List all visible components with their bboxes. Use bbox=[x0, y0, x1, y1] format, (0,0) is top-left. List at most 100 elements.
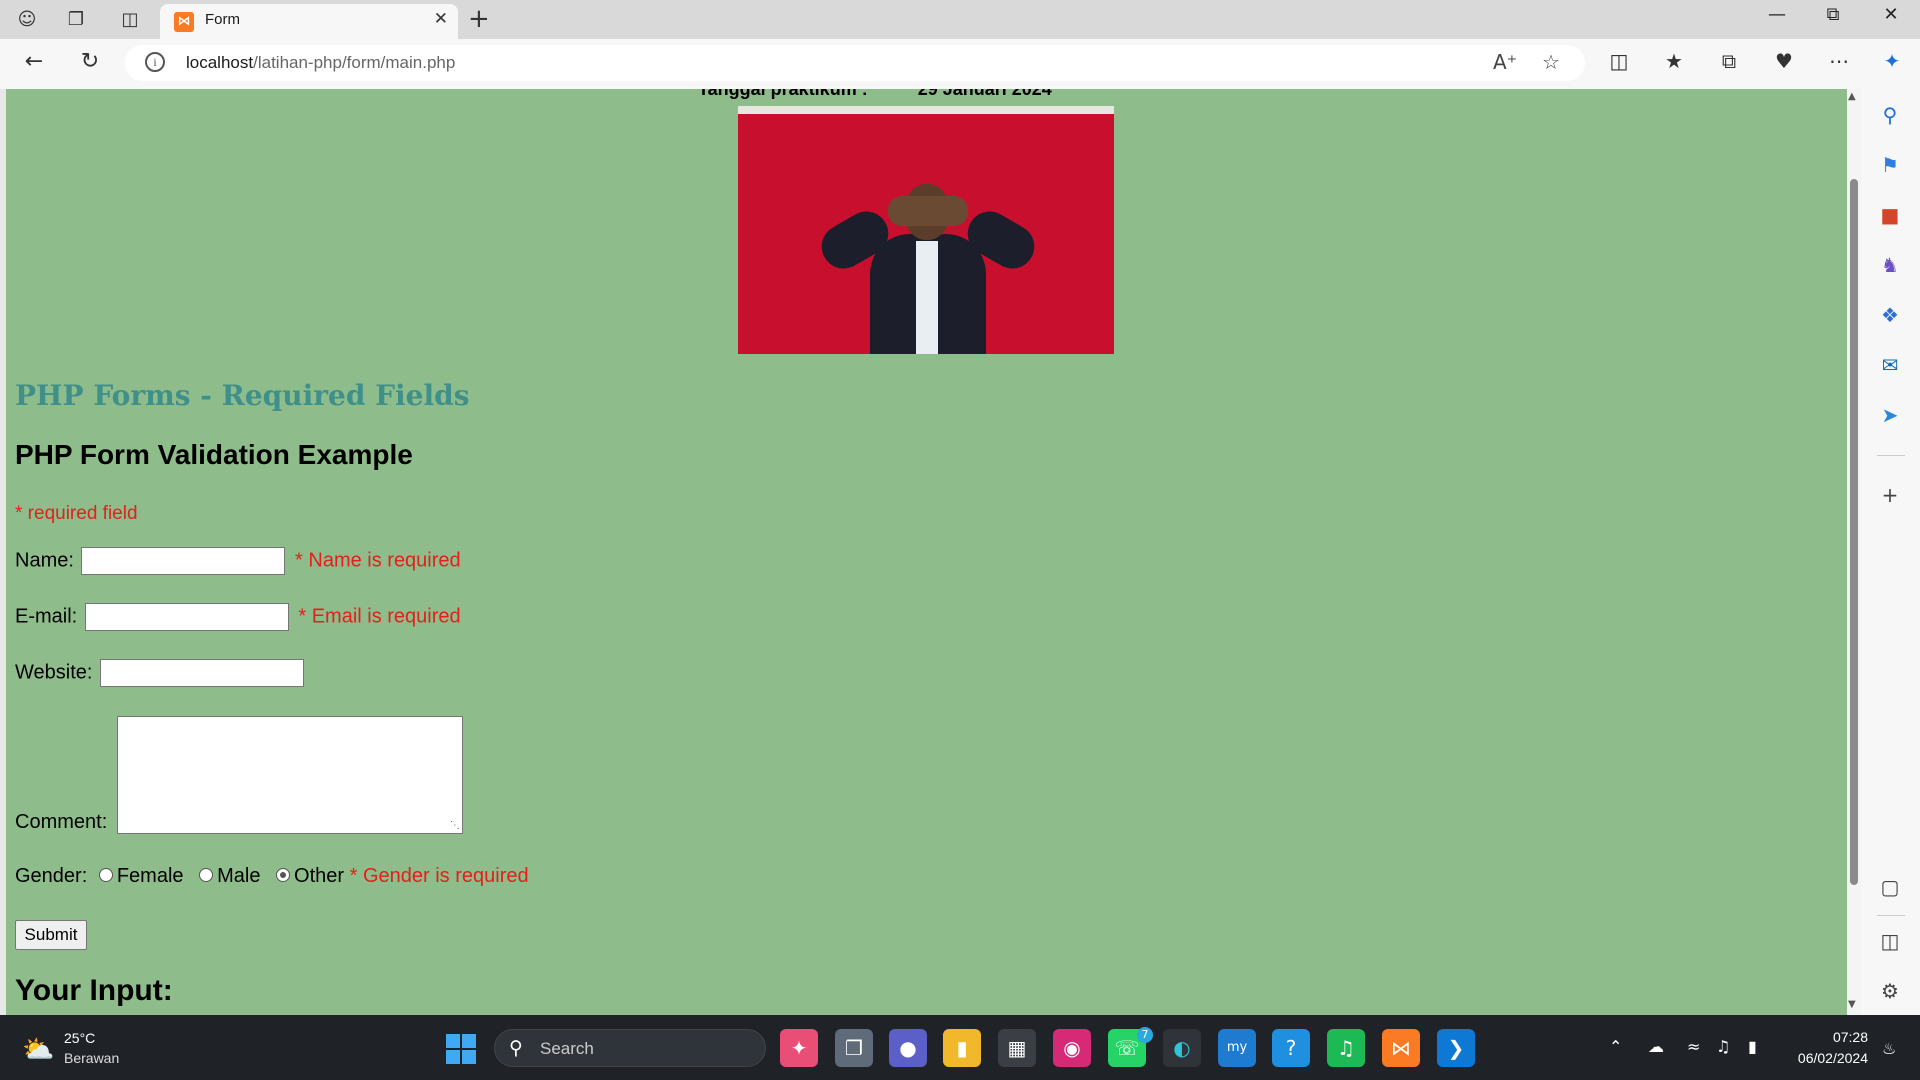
windows-taskbar: ⛅ 25°C Berawan ⚲ Search ✦ ❐ ● ▮ ▦ ◉ ☏ 7 … bbox=[0, 1015, 1920, 1080]
scroll-down-icon[interactable]: ▼ bbox=[1848, 999, 1856, 1010]
refresh-icon[interactable]: ↻ bbox=[74, 49, 106, 74]
name-input[interactable] bbox=[81, 547, 286, 575]
ms-store-icon[interactable]: ▦ bbox=[998, 1029, 1036, 1067]
browser-essentials-icon[interactable]: ♥ bbox=[1768, 49, 1800, 73]
sidebar-hide-icon[interactable]: ◫ bbox=[1876, 927, 1904, 955]
gender-other-radio[interactable] bbox=[276, 867, 291, 882]
required-field-note: * required field bbox=[15, 503, 138, 524]
sidebar-games-icon[interactable]: ♞ bbox=[1876, 251, 1904, 279]
browser-toolbar: ← ↻ i localhost/latihan-php/form/main.ph… bbox=[0, 39, 1920, 89]
gender-female-radio[interactable] bbox=[98, 867, 113, 882]
more-menu-icon[interactable]: ⋯ bbox=[1823, 49, 1855, 73]
clock-date[interactable]: 06/02/2024 bbox=[1786, 1050, 1868, 1066]
start-button-icon[interactable] bbox=[446, 1034, 476, 1064]
new-tab-icon[interactable]: + bbox=[468, 4, 490, 34]
comment-row: Comment: ⋱ bbox=[15, 716, 463, 834]
page-scrollbar[interactable]: ▲ ▼ bbox=[1847, 89, 1861, 1015]
comment-textarea[interactable]: ⋱ bbox=[116, 716, 463, 834]
name-label: Name: bbox=[15, 549, 74, 572]
copilot-icon[interactable]: ✦ bbox=[1876, 49, 1908, 73]
volume-icon[interactable]: ♫ bbox=[1716, 1037, 1730, 1056]
notification-bell-icon[interactable]: ♨ bbox=[1882, 1039, 1896, 1058]
favorite-star-icon[interactable]: ☆ bbox=[1542, 50, 1560, 74]
website-input[interactable] bbox=[100, 659, 305, 687]
tab-close-icon[interactable]: ✕ bbox=[434, 9, 448, 29]
scroll-up-icon[interactable]: ▲ bbox=[1848, 91, 1856, 102]
practicum-date-heading: Tanggal praktikum : 29 Januari 2024 bbox=[698, 89, 1052, 99]
clock-time[interactable]: 07:28 bbox=[1828, 1029, 1868, 1045]
collections-icon[interactable]: ⧉ bbox=[1713, 49, 1745, 73]
gender-error: * Gender is required bbox=[349, 865, 529, 887]
workspaces-icon[interactable]: ❐ bbox=[63, 7, 89, 33]
whatsapp-badge: 7 bbox=[1137, 1027, 1153, 1043]
tray-overflow-icon[interactable]: ⌃ bbox=[1609, 1037, 1622, 1056]
edge-sidebar: ⚲ ⚑ ■ ♞ ❖ ✉ ➤ + ▢ ◫ ⚙ bbox=[1861, 89, 1920, 1015]
taskbar-search[interactable]: ⚲ Search bbox=[494, 1029, 766, 1067]
gender-row: Gender: Female Male Other * Gender is re… bbox=[15, 865, 529, 888]
split-screen-icon[interactable]: ◫ bbox=[1603, 49, 1635, 73]
close-window-icon[interactable]: ✕ bbox=[1868, 4, 1914, 25]
sidebar-search-icon[interactable]: ⚲ bbox=[1876, 101, 1904, 129]
vscode-icon[interactable]: ❯ bbox=[1437, 1029, 1475, 1067]
teams-chat-icon[interactable]: ● bbox=[889, 1029, 927, 1067]
sidebar-outlook-icon[interactable]: ✉ bbox=[1876, 351, 1904, 379]
name-row: Name: * Name is required bbox=[15, 547, 461, 575]
gender-male-label[interactable]: Male bbox=[217, 865, 260, 887]
task-view-icon[interactable]: ❐ bbox=[835, 1029, 873, 1067]
website-label: Website: bbox=[15, 661, 93, 684]
onedrive-icon[interactable]: ☁ bbox=[1648, 1037, 1664, 1056]
sidebar-shopping-icon[interactable]: ⚑ bbox=[1876, 151, 1904, 179]
spotify-icon[interactable]: ♫ bbox=[1327, 1029, 1365, 1067]
wifi-icon[interactable]: ≈ bbox=[1687, 1037, 1700, 1056]
sidebar-m365-icon[interactable]: ❖ bbox=[1876, 301, 1904, 329]
mysql-icon[interactable]: my bbox=[1218, 1029, 1256, 1067]
url-path: /latihan-php/form/main.php bbox=[253, 53, 456, 72]
profile-icon[interactable]: ☺ bbox=[14, 7, 40, 33]
tab-actions-icon[interactable]: ◫ bbox=[117, 7, 143, 33]
gender-other-label[interactable]: Other bbox=[294, 865, 344, 887]
weather-temp[interactable]: 25°C bbox=[64, 1030, 95, 1046]
instagram-icon[interactable]: ◉ bbox=[1053, 1029, 1091, 1067]
edge-icon[interactable]: ◐ bbox=[1163, 1029, 1201, 1067]
sidebar-screenshot-icon[interactable]: ▢ bbox=[1876, 873, 1904, 901]
email-row: E-mail: * Email is required bbox=[15, 603, 461, 631]
page-content: Tanggal praktikum : 29 Januari 2024 PHP … bbox=[6, 89, 1847, 1015]
help-icon[interactable]: ? bbox=[1272, 1029, 1310, 1067]
photo-backdrop-strip bbox=[738, 106, 1114, 114]
xampp-icon[interactable]: ⋈ bbox=[1382, 1029, 1420, 1067]
copilot-pre-icon[interactable]: ✦ bbox=[780, 1029, 818, 1067]
photo-person-hands bbox=[888, 196, 968, 226]
gender-female-label[interactable]: Female bbox=[117, 865, 184, 887]
site-info-icon[interactable]: i bbox=[145, 52, 165, 72]
email-label: E-mail: bbox=[15, 605, 78, 628]
submit-button[interactable]: Submit bbox=[15, 920, 87, 950]
gender-male-radio[interactable] bbox=[199, 867, 214, 882]
address-bar[interactable]: i localhost/latihan-php/form/main.php A⁺… bbox=[125, 45, 1585, 81]
file-explorer-icon[interactable]: ▮ bbox=[943, 1029, 981, 1067]
sidebar-drop-icon[interactable]: ➤ bbox=[1876, 401, 1904, 429]
sidebar-settings-icon[interactable]: ⚙ bbox=[1876, 977, 1904, 1005]
weather-desc[interactable]: Berawan bbox=[64, 1050, 119, 1066]
comment-label: Comment: bbox=[15, 811, 108, 833]
back-icon[interactable]: ← bbox=[18, 49, 50, 74]
search-label: Search bbox=[540, 1039, 594, 1058]
php-forms-title: PHP Forms - Required Fields bbox=[15, 379, 470, 412]
sidebar-tools-icon[interactable]: ■ bbox=[1876, 201, 1904, 229]
resize-grip-icon[interactable]: ⋱ bbox=[450, 820, 460, 831]
website-row: Website: bbox=[15, 659, 308, 687]
photo-person-zipper bbox=[916, 241, 938, 354]
battery-icon[interactable]: ▮ bbox=[1748, 1037, 1757, 1056]
sidebar-divider bbox=[1877, 455, 1905, 456]
email-input[interactable] bbox=[84, 603, 289, 631]
tab-form[interactable]: ⋈ Form ✕ bbox=[160, 4, 458, 39]
restore-icon[interactable]: ⧉ bbox=[1810, 4, 1856, 25]
favorites-icon[interactable]: ★ bbox=[1658, 49, 1690, 73]
weather-cloud-icon[interactable]: ⛅ bbox=[22, 1035, 54, 1065]
gender-label: Gender: bbox=[15, 865, 88, 887]
scroll-thumb[interactable] bbox=[1850, 179, 1858, 885]
your-input-title: Your Input: bbox=[15, 974, 173, 1007]
student-photo bbox=[738, 106, 1114, 354]
minimize-icon[interactable]: — bbox=[1754, 4, 1800, 25]
read-aloud-icon[interactable]: A⁺ bbox=[1493, 50, 1517, 74]
sidebar-add-icon[interactable]: + bbox=[1876, 481, 1904, 509]
